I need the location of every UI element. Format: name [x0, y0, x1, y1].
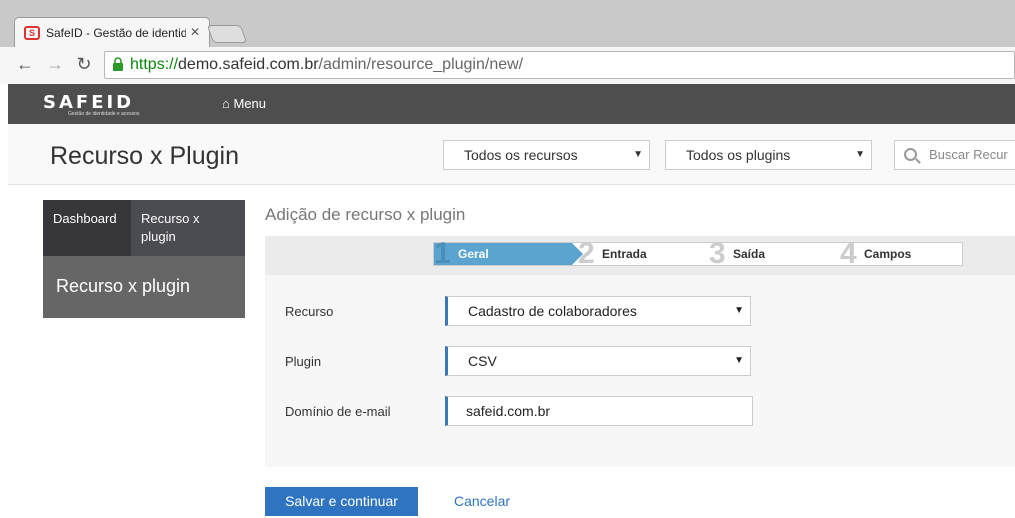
url-host: demo.safeid.com.br — [178, 56, 319, 73]
browser-tab[interactable]: S SafeID - Gestão de identid ✕ — [14, 17, 210, 47]
search-placeholder: Buscar Recur — [929, 147, 1008, 162]
favicon-icon: S — [24, 25, 40, 40]
search-input[interactable]: Buscar Recur — [894, 140, 1015, 170]
resource-plugin-form: Recurso Cadastro de colaboradores ▼ Plug… — [265, 275, 1015, 467]
page-title: Recurso x Plugin — [50, 142, 239, 170]
browser-chrome: S SafeID - Gestão de identid ✕ ← → ↻ htt… — [0, 0, 1015, 84]
menu-button[interactable]: ⌂ Menu — [222, 96, 266, 111]
plugin-value: CSV — [468, 353, 497, 369]
sidebar-breadcrumb: Dashboard Recurso x plugin — [43, 200, 245, 256]
page-header: Recurso x Plugin Todos os recursos ▼ Tod… — [8, 124, 1015, 185]
wizard-steps-bar: 1 Geral 2 Entrada 3 Saída 4 Campos — [265, 236, 1015, 275]
wizard-steps: 1 Geral 2 Entrada 3 Saída 4 Campos — [433, 239, 963, 269]
close-tab-icon[interactable]: ✕ — [190, 25, 200, 39]
resource-value: Cadastro de colaboradores — [468, 303, 637, 319]
resource-filter-value: Todos os recursos — [464, 147, 578, 163]
resource-filter-select[interactable]: Todos os recursos ▼ — [443, 140, 650, 170]
step-label: Geral — [458, 247, 489, 261]
step-number: 3 — [709, 237, 726, 270]
caret-down-icon: ▼ — [633, 149, 643, 160]
lock-icon — [113, 57, 123, 71]
plugin-select[interactable]: CSV ▼ — [445, 346, 751, 376]
url-path: /admin/resource_plugin/new/ — [318, 56, 524, 73]
logo-subtitle: Gestão de identidade e acessos — [68, 111, 140, 117]
save-continue-button[interactable]: Salvar e continuar — [265, 487, 418, 516]
address-bar[interactable]: https://demo.safeid.com.br/admin/resourc… — [104, 51, 1015, 79]
search-icon — [904, 148, 917, 161]
email-domain-value: safeid.com.br — [466, 403, 551, 419]
step-number: 2 — [578, 237, 595, 270]
back-icon[interactable]: ← — [13, 52, 37, 76]
step-campos[interactable]: 4 Campos — [840, 239, 960, 269]
email-domain-input[interactable]: safeid.com.br — [445, 396, 753, 426]
step-label: Saída — [733, 247, 766, 261]
app-navbar: SAFEID Gestão de identidade e acessos ⌂ … — [8, 84, 1015, 124]
step-label: Entrada — [602, 247, 647, 261]
reload-icon[interactable]: ↻ — [72, 52, 96, 76]
resource-label: Recurso — [285, 304, 334, 319]
crumb-dashboard[interactable]: Dashboard — [43, 200, 131, 256]
plugin-label: Plugin — [285, 354, 322, 369]
step-label: Campos — [864, 247, 912, 261]
plugin-filter-value: Todos os plugins — [686, 147, 791, 163]
step-number: 4 — [840, 237, 857, 270]
safeid-logo[interactable]: SAFEID — [43, 92, 134, 113]
caret-down-icon: ▼ — [734, 305, 744, 316]
caret-down-icon: ▼ — [855, 149, 865, 160]
menu-label: Menu — [233, 96, 266, 111]
crumb-resource-plugin[interactable]: Recurso x plugin — [131, 200, 245, 256]
url-scheme: https:// — [130, 56, 179, 73]
caret-down-icon: ▼ — [734, 355, 744, 366]
section-title: Adição de recurso x plugin — [265, 205, 466, 224]
forward-icon[interactable]: → — [43, 52, 67, 76]
browser-toolbar: ← → ↻ https://demo.safeid.com.br/admin/r… — [0, 47, 1015, 84]
new-tab-button[interactable] — [206, 25, 248, 43]
resource-select[interactable]: Cadastro de colaboradores ▼ — [445, 296, 751, 326]
step-geral[interactable]: 1 Geral — [434, 239, 583, 269]
step-number: 1 — [434, 237, 451, 270]
sidebar-current-section: Recurso x plugin — [43, 256, 245, 318]
step-entrada[interactable]: 2 Entrada — [578, 239, 708, 269]
cancel-link[interactable]: Cancelar — [454, 493, 510, 509]
tab-title: SafeID - Gestão de identid — [46, 25, 186, 40]
step-saida[interactable]: 3 Saída — [709, 239, 839, 269]
plugin-filter-select[interactable]: Todos os plugins ▼ — [665, 140, 872, 170]
email-domain-label: Domínio de e-mail — [285, 404, 391, 419]
home-icon: ⌂ — [222, 96, 234, 111]
